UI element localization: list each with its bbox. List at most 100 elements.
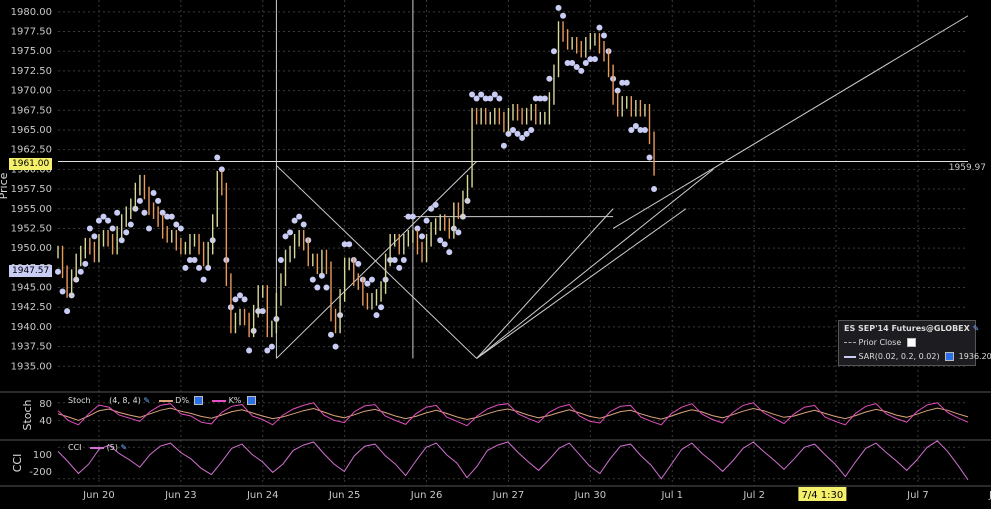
price-tick-label: 1972.50 bbox=[11, 66, 52, 77]
sar-dot bbox=[332, 343, 339, 350]
d-visible-checkbox[interactable] bbox=[194, 396, 204, 405]
sar-dot bbox=[478, 91, 485, 98]
cci-tick-100: 100 bbox=[33, 450, 52, 461]
sar-dot bbox=[391, 256, 398, 263]
chart-canvas: 1980.00 1977.50 1975.00 1972.50 1970.00 1967.… bbox=[0, 0, 991, 501]
wrench-icon[interactable]: ✎ bbox=[143, 396, 150, 405]
sar-dot bbox=[346, 241, 353, 248]
wrench-icon[interactable]: ✎ bbox=[121, 443, 128, 452]
trendline bbox=[476, 168, 714, 359]
sar-swatch bbox=[844, 355, 856, 358]
sar-dot bbox=[432, 201, 439, 208]
sar-dot bbox=[296, 213, 303, 220]
price-tick-label: 1975.00 bbox=[11, 46, 52, 57]
sar-dot bbox=[510, 126, 516, 133]
stoch-params: (4, 8, 4) bbox=[109, 396, 141, 405]
prior-close-label: Prior Close bbox=[858, 338, 902, 347]
sar-dot bbox=[264, 347, 271, 354]
x-tick-label: Jun 20 bbox=[82, 490, 115, 501]
sar-dot bbox=[95, 217, 102, 224]
price-tick-label: 1980.00 bbox=[11, 7, 52, 18]
k-visible-checkbox[interactable] bbox=[246, 396, 256, 405]
sar-dot bbox=[177, 225, 184, 232]
sar-dot bbox=[596, 24, 603, 31]
x-tick-label: Jun 30 bbox=[574, 490, 607, 501]
price-tick-label: 1952.50 bbox=[11, 223, 52, 234]
sar-dot bbox=[528, 126, 535, 133]
sar-dot bbox=[232, 296, 239, 303]
sar-dot bbox=[282, 233, 289, 240]
price-tick-label: 1945.00 bbox=[11, 283, 52, 294]
trendline bbox=[476, 208, 614, 359]
sar-dot bbox=[419, 233, 425, 240]
sar-dot bbox=[428, 205, 435, 212]
wrench-icon[interactable]: ✎ bbox=[973, 324, 980, 333]
sar-dot bbox=[446, 249, 453, 256]
sar-dot bbox=[473, 95, 480, 102]
sar-dot bbox=[632, 123, 639, 130]
price-tick-label: 1970.00 bbox=[11, 86, 52, 97]
sar-dot bbox=[500, 142, 507, 149]
x-tick-label: Jul 7 bbox=[906, 490, 929, 501]
sar-dot bbox=[560, 12, 567, 19]
cci-tick-minus200: -200 bbox=[29, 467, 52, 478]
prior-close-checkbox[interactable] bbox=[906, 338, 916, 347]
cci-grid bbox=[58, 446, 968, 480]
sar-dot bbox=[555, 4, 562, 11]
sar-dot bbox=[323, 284, 330, 291]
sar-dot bbox=[246, 347, 253, 354]
sar-dot bbox=[641, 126, 648, 133]
price-tick-label: 1937.50 bbox=[11, 342, 52, 353]
sar-dot bbox=[86, 225, 93, 232]
sar-dot bbox=[91, 233, 98, 240]
d-label: D% bbox=[175, 396, 189, 405]
x-tick-label: Jun 24 bbox=[246, 490, 279, 501]
sar-dot bbox=[55, 268, 61, 275]
stoch-axis-title: Stoch bbox=[21, 399, 34, 430]
sar-dot bbox=[259, 308, 266, 315]
sar-dot bbox=[196, 264, 203, 271]
sar-dot bbox=[364, 280, 371, 287]
sar-dot bbox=[123, 229, 130, 236]
sar-dot bbox=[127, 221, 134, 228]
price-tick-label: 1977.50 bbox=[11, 27, 52, 38]
sar-dot bbox=[291, 217, 298, 224]
stoch-tick-80: 80 bbox=[39, 399, 52, 410]
price-tick-label: 1955.00 bbox=[11, 204, 52, 215]
x-tick-label: Jun 23 bbox=[164, 490, 197, 501]
price-tick-label: 1942.50 bbox=[11, 302, 52, 313]
sar-dot bbox=[300, 221, 307, 228]
x-tick-label: Jun 25 bbox=[328, 490, 361, 501]
sar-checkbox[interactable] bbox=[945, 352, 955, 361]
sar-dot bbox=[409, 213, 416, 220]
sar-dot bbox=[150, 190, 157, 196]
current-price-flag: 1961.00 bbox=[9, 158, 53, 170]
cci-axis-title: CCI bbox=[11, 454, 24, 473]
x-tick-label: Jun 26 bbox=[410, 490, 443, 501]
sar-dot bbox=[114, 209, 121, 216]
sar-dot bbox=[546, 75, 553, 82]
sar-price-flag: 1947.57 bbox=[9, 265, 53, 277]
price-axis-title: Price bbox=[0, 172, 10, 199]
sar-dot bbox=[591, 56, 598, 63]
sar-dot bbox=[491, 91, 498, 98]
price-tick-label: 1940.00 bbox=[11, 322, 52, 333]
sar-dot bbox=[378, 304, 385, 311]
price-series bbox=[57, 21, 655, 338]
sar-dot bbox=[141, 209, 148, 216]
sar-dot bbox=[314, 284, 321, 291]
chart-legend: ES SEP'14 Futures@GLOBEX ✎ Prior Close S… bbox=[838, 320, 991, 366]
sar-dot bbox=[287, 229, 294, 236]
x-tick-label: Jul 1 bbox=[660, 490, 683, 501]
stoch-tick-40: 40 bbox=[39, 416, 52, 427]
legend-instrument: ES SEP'14 Futures@GLOBEX bbox=[844, 324, 970, 333]
sar-dot bbox=[109, 225, 116, 232]
sar-dot bbox=[373, 312, 380, 319]
sar-dot bbox=[237, 292, 243, 299]
sar-dot bbox=[64, 308, 71, 315]
sar-dot bbox=[396, 264, 403, 271]
sar-dot bbox=[469, 91, 476, 98]
d-line-swatch bbox=[158, 399, 173, 402]
cci-legend: CCI (5) ✎ bbox=[68, 443, 127, 452]
sar-dot bbox=[146, 225, 152, 232]
